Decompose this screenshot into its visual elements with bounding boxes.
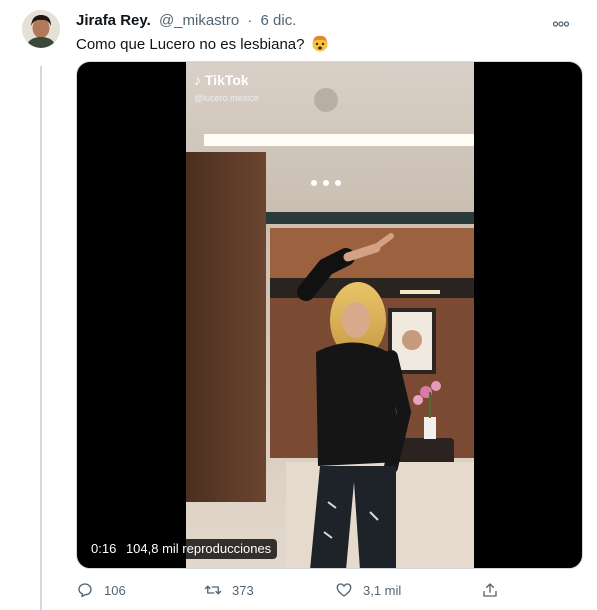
thread-line bbox=[40, 66, 42, 610]
share-icon bbox=[483, 583, 497, 597]
video-info-overlay: 0:16 104,8 mil reproducciones bbox=[85, 539, 278, 559]
video-duration: 0:16 bbox=[91, 541, 117, 556]
author-name[interactable]: Jirafa Rey. bbox=[76, 12, 151, 29]
video-thumbnail bbox=[186, 62, 474, 568]
reply-button[interactable]: 106 bbox=[76, 580, 126, 600]
tiktok-logo: ♪ TikTok bbox=[194, 72, 249, 88]
video-player[interactable]: ♪ TikTok @lucero.mexico 0:16 104,8 mil r… bbox=[76, 61, 583, 569]
tweet-date[interactable]: 6 dic. bbox=[261, 12, 297, 29]
avatar-image bbox=[22, 10, 60, 48]
share-button[interactable] bbox=[481, 580, 509, 600]
tweet-actions: 106 373 3,1 mil bbox=[76, 580, 506, 600]
like-count: 3,1 mil bbox=[363, 582, 402, 598]
separator-dot: · bbox=[247, 12, 253, 29]
retweet-count: 373 bbox=[232, 582, 254, 598]
tiktok-username: @lucero.mexico bbox=[194, 93, 259, 103]
more-horizontal-icon[interactable] bbox=[552, 14, 570, 30]
video-frame[interactable]: ♪ TikTok @lucero.mexico bbox=[186, 62, 474, 568]
tweet-text: Como que Lucero no es lesbiana? bbox=[76, 34, 329, 55]
tweet-text-content: Como que Lucero no es lesbiana? bbox=[76, 36, 305, 53]
video-views: 104,8 mil reproducciones bbox=[125, 541, 272, 556]
tiktok-note-icon: ♪ bbox=[194, 72, 201, 88]
reply-icon bbox=[78, 583, 92, 598]
retweet-icon bbox=[204, 585, 222, 595]
author-handle[interactable]: @_mikastro bbox=[159, 12, 239, 29]
exploding-head-emoji bbox=[312, 35, 328, 52]
reply-count: 106 bbox=[104, 582, 126, 598]
like-button[interactable]: 3,1 mil bbox=[335, 580, 401, 600]
tiktok-brand: TikTok bbox=[204, 72, 249, 88]
tweet-header: Jirafa Rey. @_mikastro · 6 dic. bbox=[76, 12, 581, 32]
avatar[interactable] bbox=[22, 10, 60, 48]
retweet-button[interactable]: 373 bbox=[204, 580, 254, 600]
heart-icon bbox=[336, 583, 352, 597]
